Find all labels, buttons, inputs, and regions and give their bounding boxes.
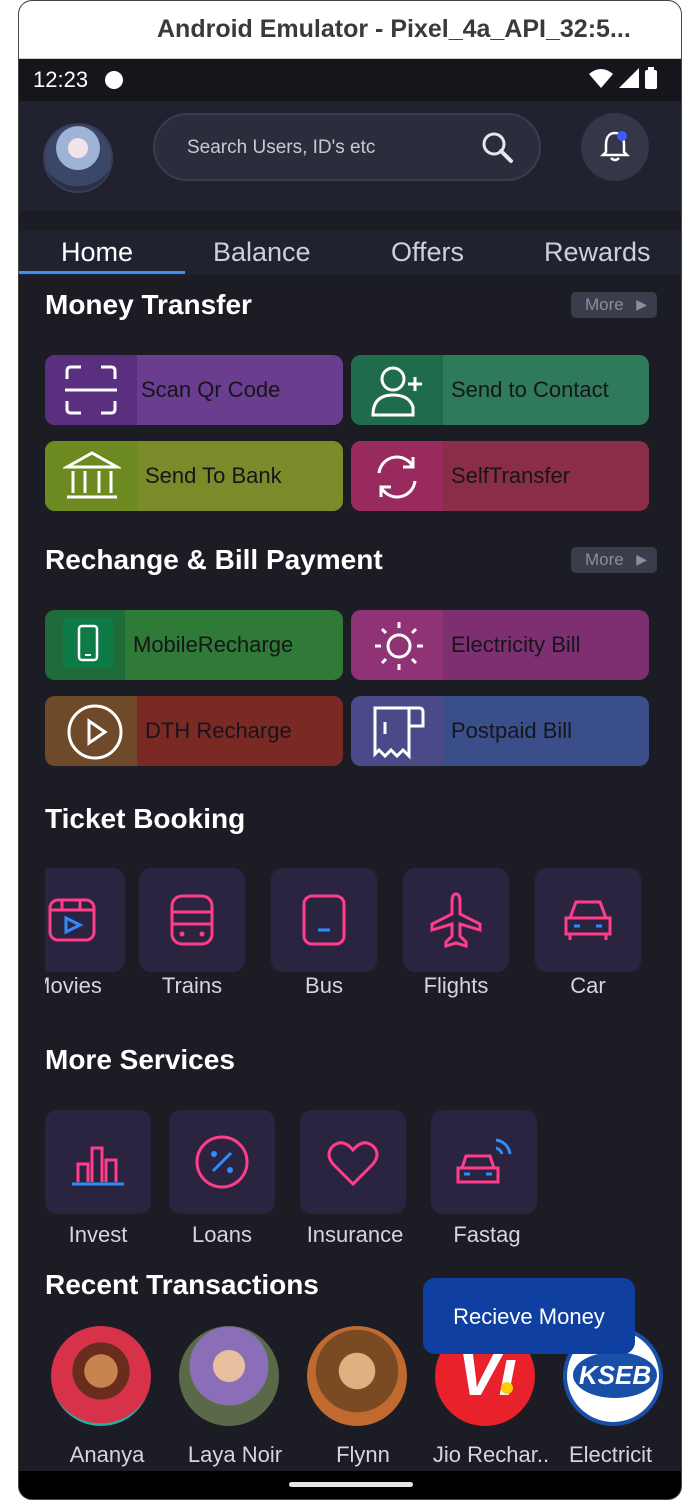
more-label: More <box>585 295 624 314</box>
ticket-trains-tile[interactable] <box>139 868 245 972</box>
receipt-icon <box>373 706 425 760</box>
receive-money-button[interactable]: Recieve Money <box>423 1278 635 1354</box>
window-title: Android Emulator - Pixel_4a_API_32:5... <box>157 15 631 43</box>
ticket-car-label: Car <box>570 973 606 998</box>
status-bar: 12:23 <box>19 59 681 101</box>
send-to-bank-card[interactable]: Send To Bank <box>45 441 343 511</box>
recent-contact-avatar[interactable] <box>51 1326 151 1426</box>
chevron-right-icon: ▶ <box>636 296 647 312</box>
recent-contact-name: Electricit <box>569 1442 653 1467</box>
service-fastag-tile[interactable] <box>431 1110 537 1214</box>
cell-signal-icon <box>619 68 639 88</box>
recent-transactions-title: Recent Transactions <box>45 1269 319 1300</box>
scan-qr-icon <box>65 365 117 415</box>
bar-chart-icon <box>72 1146 124 1186</box>
emulator-window: Android Emulator - Pixel_4a_API_32:5... … <box>18 0 682 1500</box>
logo-dot <box>501 1382 513 1394</box>
tab-home[interactable]: Home <box>61 237 133 268</box>
postpaid-bill-card[interactable]: Postpaid Bill <box>351 696 649 766</box>
tab-offers[interactable]: Offers <box>391 237 464 268</box>
ticket-flights-label: Flights <box>423 973 489 998</box>
train-icon <box>170 894 214 946</box>
refresh-icon <box>377 455 417 499</box>
search-icon[interactable] <box>479 129 517 167</box>
home-gesture-handle[interactable] <box>289 1482 413 1487</box>
service-fastag-label: Fastag <box>453 1222 521 1247</box>
mobile-icon <box>63 618 113 668</box>
search-placeholder: Search Users, ID's etc <box>187 137 376 158</box>
dth-recharge-card[interactable]: DTH Recharge <box>45 696 343 766</box>
profile-avatar[interactable] <box>43 123 113 193</box>
ticket-trains-label: Trains <box>161 973 223 998</box>
ticket-flights-tile[interactable] <box>403 868 509 972</box>
play-icon <box>67 704 123 760</box>
status-time: 12:23 <box>33 67 89 92</box>
service-invest-tile[interactable] <box>45 1110 151 1214</box>
connected-car-icon <box>456 1138 512 1184</box>
tab-indicator <box>19 271 185 274</box>
bus-icon <box>302 894 346 946</box>
recent-contact-name: Jio Rechar.. <box>432 1442 550 1467</box>
percent-icon <box>195 1135 249 1189</box>
card-label: MobileRecharge <box>133 632 294 657</box>
recent-contact-name: Ananya <box>69 1442 145 1467</box>
card-label: Electricity Bill <box>451 632 581 657</box>
chevron-right-icon: ▶ <box>636 551 647 567</box>
electricity-bill-card[interactable]: Electricity Bill <box>351 610 649 680</box>
contact-add-icon <box>371 366 422 417</box>
card-label: Postpaid Bill <box>451 718 573 743</box>
service-insurance-tile[interactable] <box>300 1110 406 1214</box>
scan-qr-card[interactable]: Scan Qr Code <box>45 355 343 425</box>
mobile-recharge-card[interactable]: MobileRecharge <box>45 610 343 680</box>
card-label: DTH Recharge <box>145 718 292 743</box>
ticket-car-tile[interactable] <box>535 868 641 972</box>
service-invest-label: Invest <box>68 1222 128 1247</box>
system-nav-bar <box>19 1471 681 1499</box>
card-label: Send to Contact <box>451 377 609 402</box>
battery-icon <box>645 67 657 89</box>
heart-icon <box>327 1141 379 1187</box>
sun-icon <box>375 622 423 670</box>
recent-contact-name: Laya Noir <box>187 1442 283 1467</box>
window-titlebar: Android Emulator - Pixel_4a_API_32:5... <box>19 1 681 59</box>
card-label: Send To Bank <box>145 463 282 488</box>
top-bar: Search Users, ID's etc <box>19 101 681 211</box>
ticket-bus-label: Bus <box>305 973 343 998</box>
tab-balance[interactable]: Balance <box>213 237 311 268</box>
tab-rewards[interactable]: Rewards <box>544 237 651 268</box>
search-input[interactable]: Search Users, ID's etc <box>153 113 541 181</box>
card-label: SelfTransfer <box>451 463 571 488</box>
money-transfer-more-button[interactable]: More ▶ <box>571 292 657 318</box>
ticket-booking-title: Ticket Booking <box>45 803 246 834</box>
ticket-movies-tile[interactable] <box>45 868 125 972</box>
recent-contact-name: Flynn <box>336 1442 390 1467</box>
card-label: Scan Qr Code <box>141 377 281 402</box>
recent-contact-avatar[interactable] <box>179 1326 279 1426</box>
send-to-contact-card[interactable]: Send to Contact <box>351 355 649 425</box>
more-services-title: More Services <box>45 1044 235 1075</box>
service-loans-label: Loans <box>192 1222 252 1247</box>
status-icons <box>589 67 657 89</box>
tab-bar: Home Balance Offers Rewards <box>19 231 681 275</box>
money-transfer-title: Money Transfer <box>45 289 252 320</box>
notification-dot <box>617 131 627 141</box>
bank-icon <box>63 451 121 499</box>
notifications-button[interactable] <box>581 113 649 181</box>
recharge-more-button[interactable]: More ▶ <box>571 547 657 573</box>
recent-contact-avatar[interactable] <box>307 1326 407 1426</box>
more-label: More <box>585 550 624 569</box>
airplane-icon <box>430 892 482 948</box>
kseb-logo-icon: KSEB <box>573 1352 657 1398</box>
self-transfer-card[interactable]: SelfTransfer <box>351 441 649 511</box>
car-icon <box>564 900 612 940</box>
service-insurance-label: Insurance <box>306 1222 404 1247</box>
ticket-bus-tile[interactable] <box>271 868 377 972</box>
app-screen: Search Users, ID's etc Home Balance Offe… <box>19 101 681 1471</box>
notification-indicator-icon <box>105 71 123 89</box>
movie-icon <box>48 898 96 942</box>
ticket-scroller[interactable]: Movies Trains Bus Flights Car <box>45 861 665 1021</box>
recharge-title: Rechange & Bill Payment <box>45 544 383 575</box>
wifi-icon <box>589 69 613 88</box>
service-loans-tile[interactable] <box>169 1110 275 1214</box>
